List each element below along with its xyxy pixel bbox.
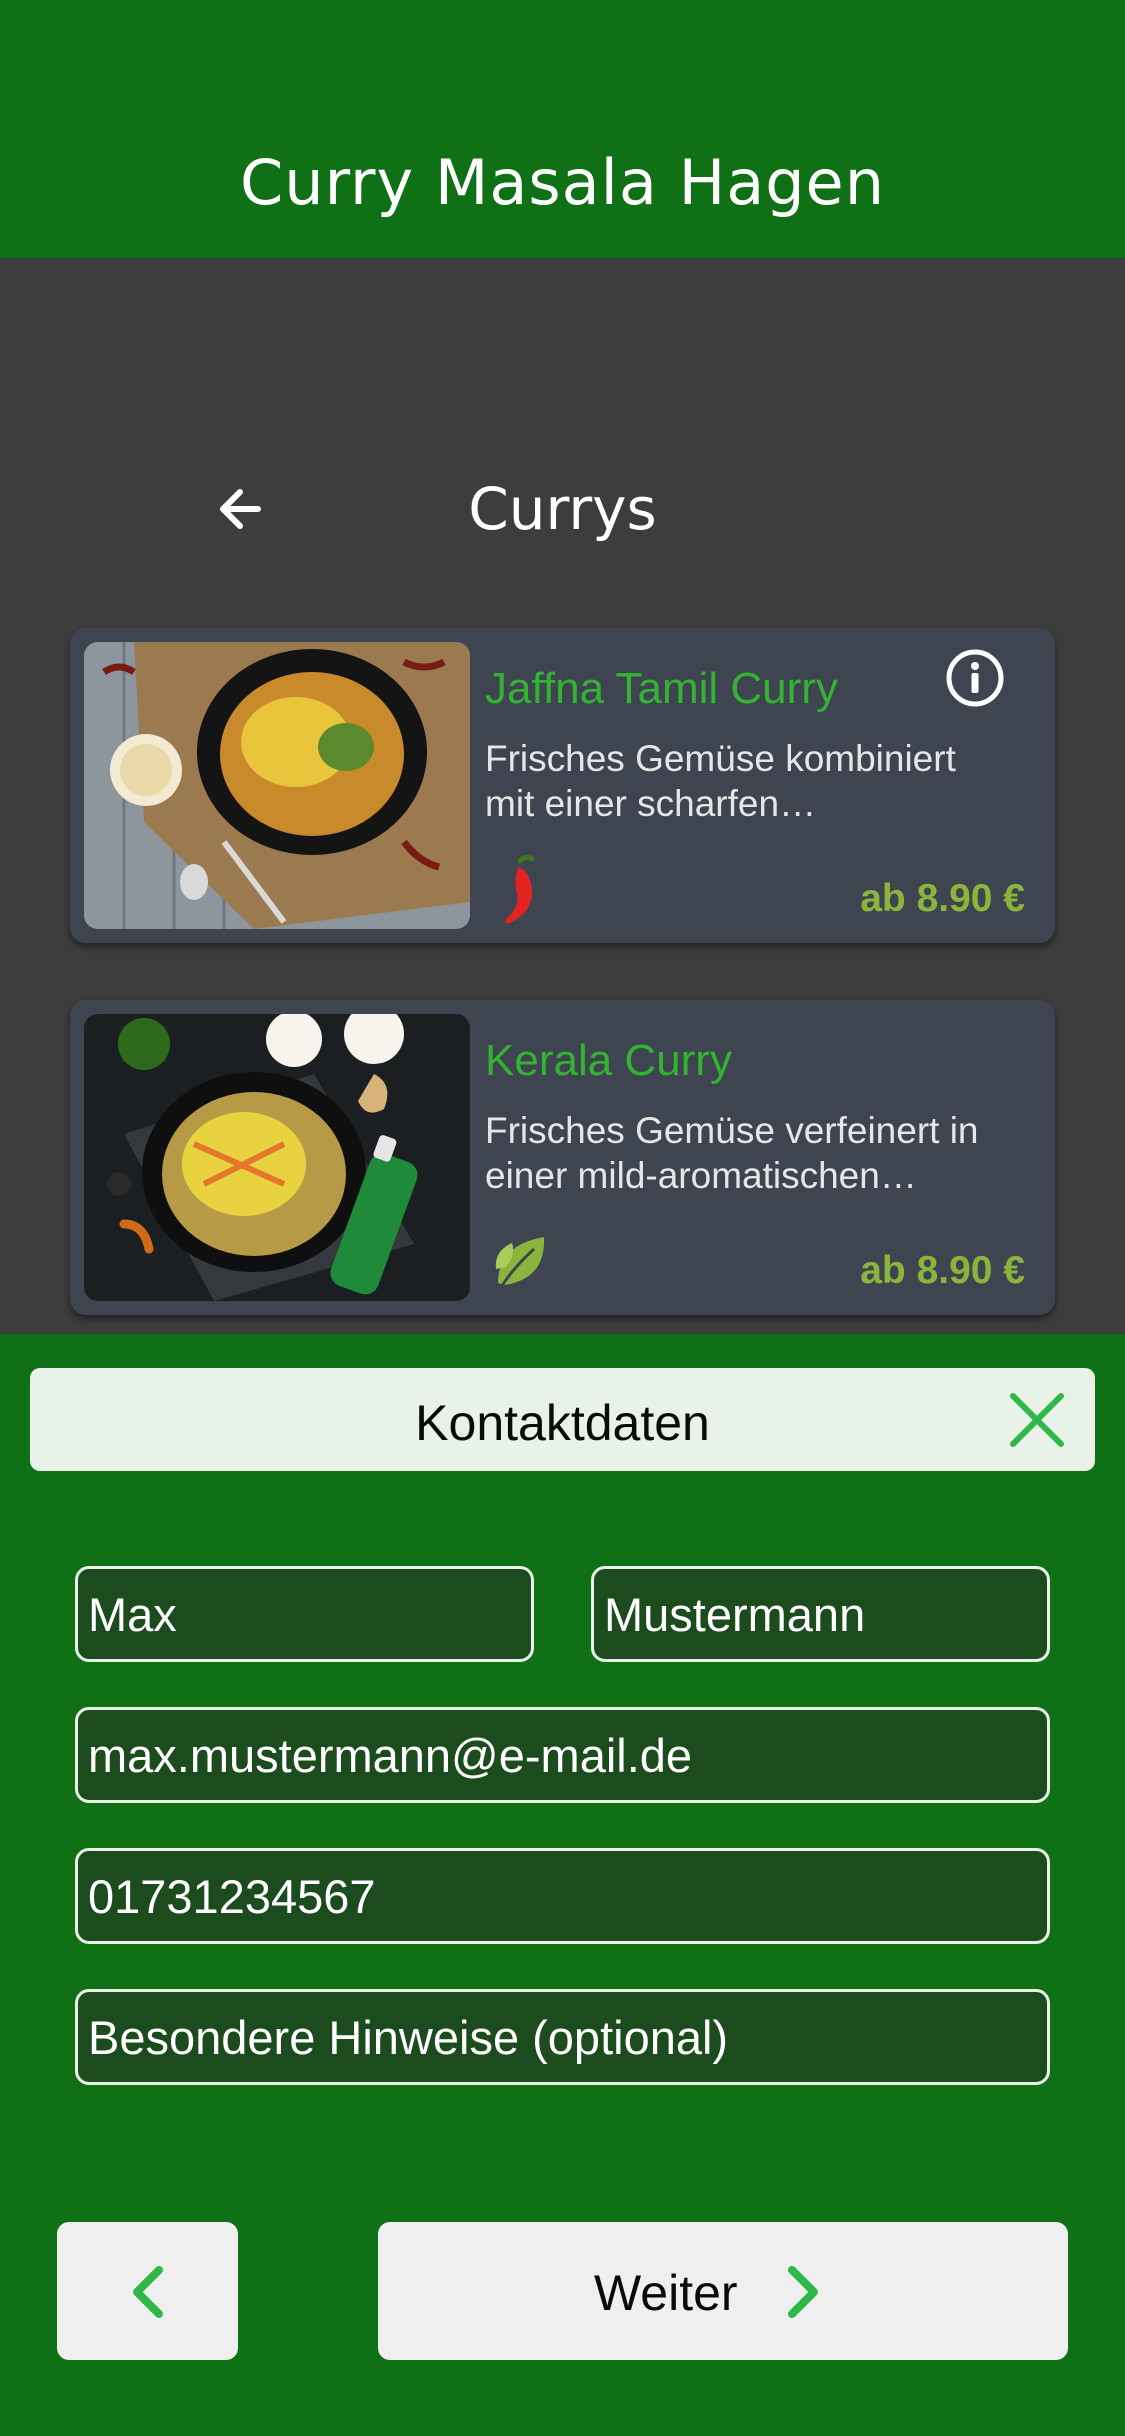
- product-image: [84, 642, 470, 929]
- first-name-field[interactable]: [75, 1566, 534, 1662]
- contact-title: Kontaktdaten: [415, 1395, 710, 1451]
- chili-icon: [505, 854, 535, 924]
- app-header: Curry Masala Hagen: [0, 0, 1125, 258]
- back-button[interactable]: [57, 2222, 238, 2360]
- product-card[interactable]: Kerala Curry Frisches Gemüse verfeinert …: [70, 1000, 1055, 1315]
- product-card[interactable]: Jaffna Tamil Curry Frisches Gemüse kombi…: [70, 628, 1055, 943]
- email-field[interactable]: [75, 1707, 1050, 1803]
- contact-sheet: Kontaktdaten Weiter: [0, 1334, 1125, 2436]
- close-icon[interactable]: [1007, 1390, 1067, 1450]
- chevron-right-icon: [788, 2266, 818, 2318]
- product-description: Frisches Gemüse kombiniert mit einer sch…: [485, 738, 956, 824]
- product-image: [84, 1014, 470, 1301]
- product-price: ab 8.90 €: [860, 877, 1025, 920]
- restaurant-title: Curry Masala Hagen: [240, 146, 885, 219]
- product-price: ab 8.90 €: [860, 1249, 1025, 1292]
- info-icon[interactable]: [945, 648, 1005, 708]
- leaf-icon: [495, 1237, 545, 1290]
- next-button-label: Weiter: [594, 2265, 738, 2321]
- phone-field[interactable]: [75, 1848, 1050, 1944]
- contact-sheet-header: Kontaktdaten: [30, 1368, 1095, 1471]
- last-name-field[interactable]: [591, 1566, 1050, 1662]
- product-name: Kerala Curry: [485, 1036, 732, 1085]
- chevron-left-icon: [133, 2266, 163, 2318]
- notes-field[interactable]: [75, 1989, 1050, 2085]
- product-name: Jaffna Tamil Curry: [485, 664, 838, 713]
- next-button[interactable]: Weiter: [378, 2222, 1068, 2360]
- category-title: Currys: [468, 475, 657, 543]
- product-description: Frisches Gemüse verfeinert in einer mild…: [485, 1110, 979, 1196]
